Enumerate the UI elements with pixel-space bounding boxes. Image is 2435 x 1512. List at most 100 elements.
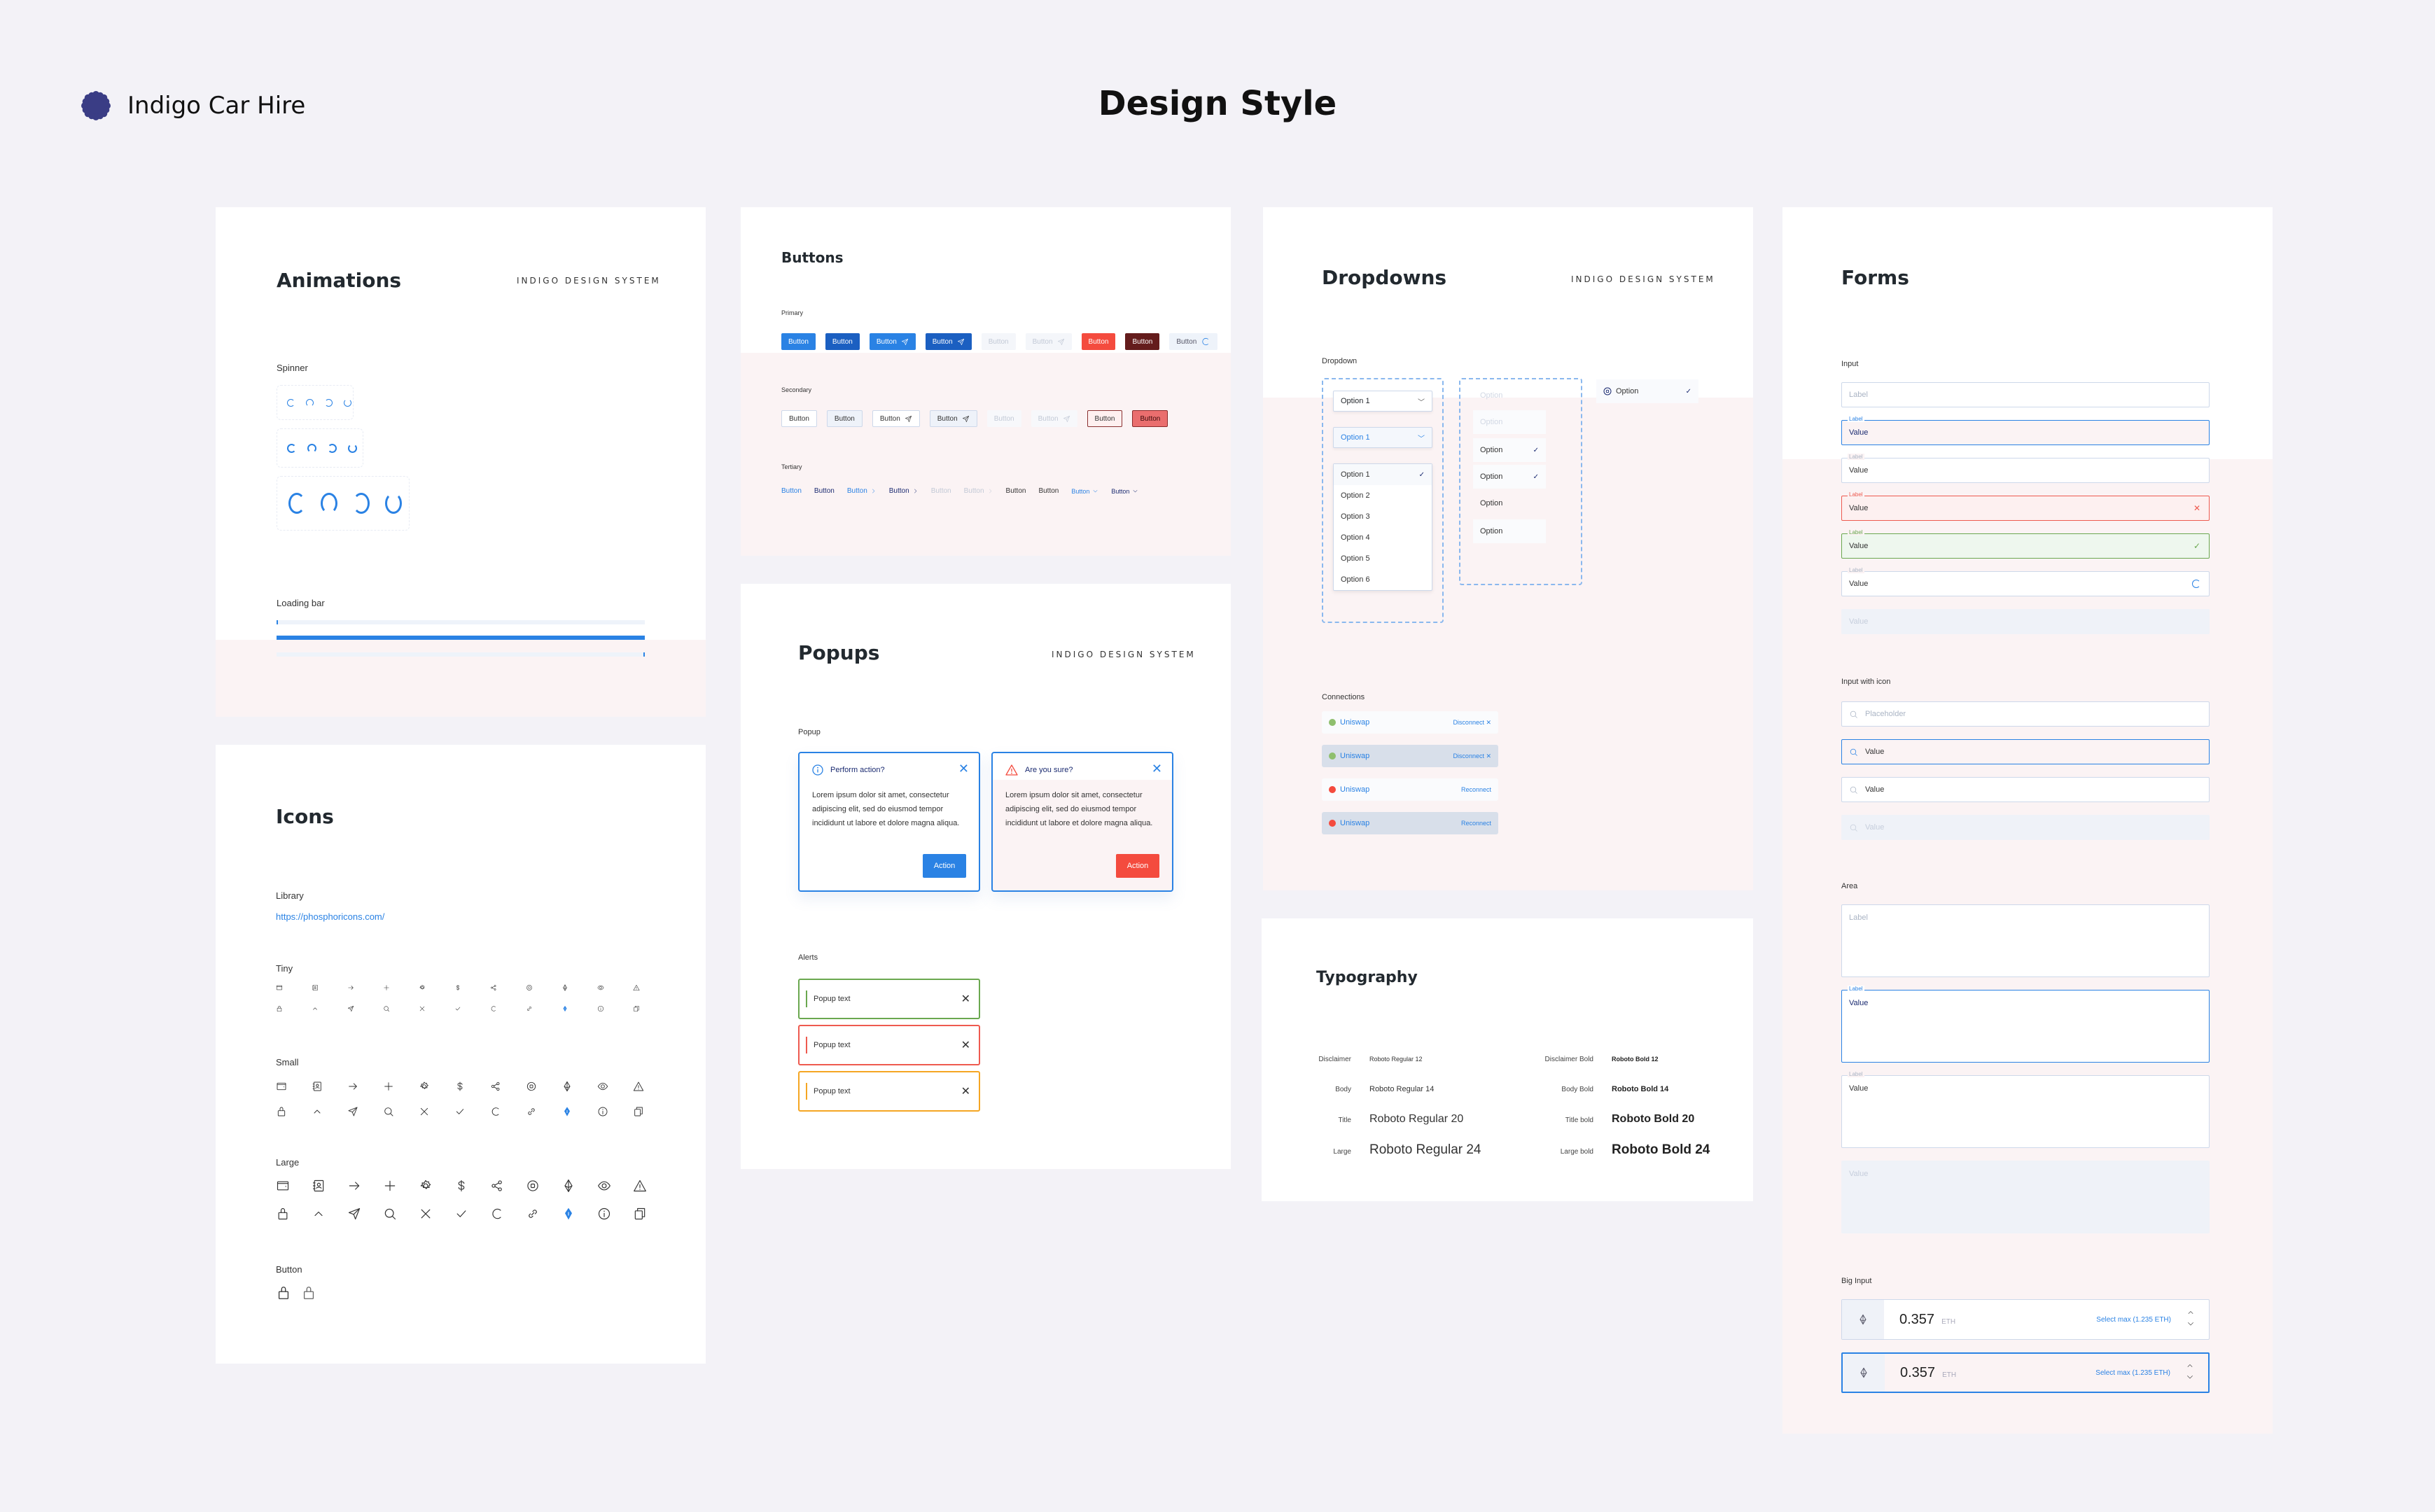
search-input-filled[interactable]: Value [1841,777,2210,802]
dropdown-closed[interactable]: Option 1 ﹀ [1333,391,1432,412]
lock-icon[interactable] [276,1285,291,1301]
send-icon [901,338,909,346]
dropdown-option[interactable]: Option 5 [1334,548,1432,569]
textarea-filled[interactable]: Label Value [1841,1071,2210,1148]
tertiary-button-blue[interactable]: Button [847,487,877,495]
tertiary-button-dark-small[interactable]: Button [1111,488,1138,495]
button-danger[interactable]: Button [1081,333,1116,350]
button-hover[interactable]: Button [929,410,977,427]
option-hover[interactable]: Option [1473,519,1546,543]
option-selected[interactable]: Option ✓ [1473,438,1546,462]
close-icon[interactable]: ✕ [961,1038,970,1052]
wallet-icon [276,1179,312,1193]
close-icon [419,1207,454,1221]
tertiary-button-black[interactable]: Button [1038,487,1059,495]
close-icon[interactable]: ✕ [1152,762,1162,776]
typography-row: Title Roboto Regular 20 Title bold Roboto B… [1302,1113,1694,1126]
button-disabled[interactable]: Button [981,333,1016,350]
check-icon [454,1005,490,1012]
connection-item[interactable]: Uniswap Disconnect ✕ [1322,745,1498,767]
textarea-focused[interactable]: Label Value [1841,986,2210,1063]
close-icon[interactable]: ✕ [2193,503,2200,513]
dropdown-option[interactable]: Option 6 [1334,569,1432,590]
reconnect-button[interactable]: Reconnect [1461,786,1491,793]
amount-unit: ETH [1941,1317,1956,1326]
dropdown-option[interactable]: Option 1 ✓ [1334,464,1432,485]
search-input-focused[interactable]: Value [1841,739,2210,764]
textarea-empty[interactable]: Label [1841,904,2210,977]
check-icon [454,1106,490,1117]
button-disabled[interactable]: Button [1031,410,1077,427]
connection-item[interactable]: Uniswap Disconnect ✕ [1322,711,1498,734]
action-button[interactable]: Action [923,854,966,878]
dropdown-focused[interactable]: Option 1 ﹀ [1333,427,1432,448]
input-empty[interactable]: Label [1841,382,2210,407]
close-icon[interactable]: ✕ [961,1084,970,1098]
library-link[interactable]: https://phosphoricons.com/ [276,911,384,922]
input-error[interactable]: Label Value ✕ [1841,491,2210,521]
button-default[interactable]: Button [872,410,920,427]
button-label: Button [1038,414,1059,423]
tertiary-button-black[interactable]: Button [1006,487,1026,495]
button-default[interactable]: Button [869,333,916,350]
button-disabled[interactable]: Button [1025,333,1072,350]
button-hover[interactable]: Button [925,333,972,350]
option-with-icon[interactable]: Option ✓ [1596,379,1698,403]
button-hover[interactable]: Button [825,333,860,350]
button-hover[interactable]: Button [826,410,863,427]
disconnect-button[interactable]: Disconnect ✕ [1453,752,1491,760]
dollar-icon [454,1081,490,1092]
button-danger-pressed[interactable]: Button [1125,333,1160,350]
search-input-placeholder[interactable]: Placeholder [1841,701,2210,727]
input-success[interactable]: Label Value ✓ [1841,529,2210,559]
button-danger[interactable]: Button [1087,410,1123,427]
option-selected-hover[interactable]: Option ✓ [1473,465,1546,489]
action-button[interactable]: Action [1116,854,1159,878]
close-icon[interactable]: ✕ [958,762,969,776]
dropdown-option[interactable]: Option 3 [1334,506,1432,527]
lock-icon[interactable] [301,1285,316,1301]
disconnect-button[interactable]: Disconnect ✕ [1453,719,1491,727]
ethereum-icon [561,984,597,991]
button-default[interactable]: Button [781,333,816,350]
caret-up-icon[interactable] [2186,1362,2194,1373]
input-loading[interactable]: Label Value [1841,567,2210,596]
reconnect-button[interactable]: Reconnect [1461,820,1491,827]
gear-icon [419,984,454,991]
caret-up-icon[interactable] [2186,1308,2195,1320]
connection-item[interactable]: Uniswap Reconnect [1322,778,1498,801]
big-input[interactable]: 0.357 ETH Select max (1.235 ETH) [1841,1299,2210,1340]
tertiary-button-dark[interactable]: Button [814,487,835,495]
dropdown-option[interactable]: Option 4 [1334,527,1432,548]
option-default[interactable]: Option [1473,491,1546,515]
connection-item[interactable]: Uniswap Reconnect [1322,812,1498,834]
tertiary-button-disabled[interactable]: Button [931,487,951,495]
amount-stepper[interactable] [2186,1308,2195,1331]
icon-row [276,1106,669,1117]
section-label: Alerts [798,953,818,962]
tertiary-button-dark[interactable]: Button [889,487,919,495]
tertiary-button-blue-small[interactable]: Button [1071,488,1098,495]
close-icon[interactable]: ✕ [961,992,970,1006]
coin-icon [1603,387,1612,396]
check-icon [454,1207,490,1221]
tertiary-button-disabled[interactable]: Button [964,487,993,495]
button-danger-hover[interactable]: Button [1132,410,1168,427]
dropdown-option[interactable]: Option 2 [1334,485,1432,506]
big-input[interactable]: 0.357 ETH Select max (1.235 ETH) [1841,1352,2210,1393]
warning-icon [1005,764,1018,776]
select-max-link[interactable]: Select max (1.235 ETH) [2095,1369,2170,1377]
button-disabled[interactable]: Button [986,410,1021,427]
input-filled[interactable]: Label Value [1841,454,2210,483]
tertiary-button-blue[interactable]: Button [781,487,802,495]
button-loading[interactable]: Button [1169,333,1218,350]
button-default[interactable]: Button [781,410,817,427]
input-focused[interactable]: Label Value [1841,416,2210,445]
select-max-link[interactable]: Select max (1.235 ETH) [2096,1316,2171,1324]
amount-stepper[interactable] [2186,1362,2194,1384]
chevron-down-icon[interactable] [2186,1320,2195,1331]
lock-icon [276,1106,312,1117]
chevron-down-icon [1132,488,1138,494]
chevron-down-icon[interactable] [2186,1373,2194,1384]
status-dot [1329,786,1336,793]
